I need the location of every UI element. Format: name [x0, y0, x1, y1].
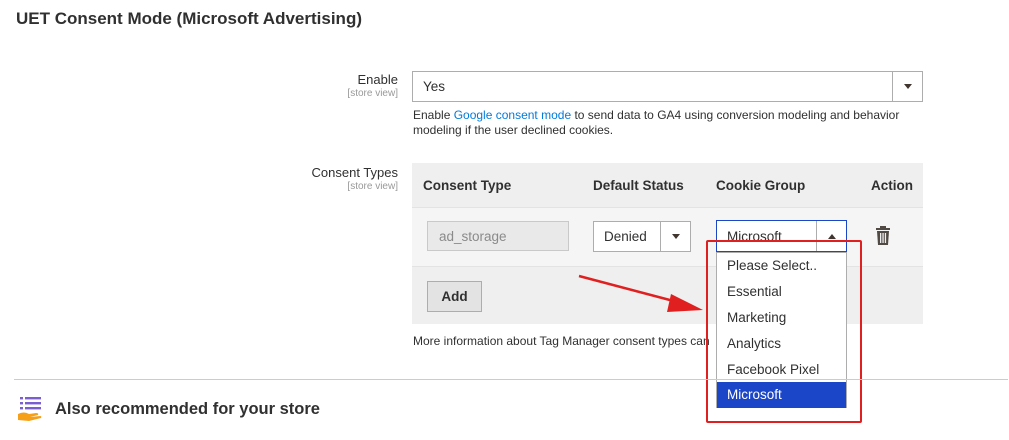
- default-status-select[interactable]: Denied: [593, 221, 691, 252]
- enable-note-suffix: to send data to GA4 using conversion mod…: [571, 108, 900, 122]
- annotation-highlight-box: [706, 240, 862, 423]
- column-cookie-group: Cookie Group: [716, 178, 806, 193]
- consent-types-label: Consent Types [store view]: [312, 165, 398, 192]
- chevron-down-icon[interactable]: [892, 72, 922, 101]
- trash-icon[interactable]: [875, 226, 891, 246]
- default-status-value: Denied: [604, 229, 647, 244]
- enable-select[interactable]: Yes: [412, 71, 923, 102]
- section-divider: [14, 379, 1008, 380]
- consent-types-scope: [store view]: [347, 181, 398, 192]
- column-default-status: Default Status: [593, 178, 684, 193]
- list-hand-icon: [18, 397, 42, 421]
- consent-type-input: ad_storage: [427, 221, 569, 251]
- section-title: UET Consent Mode (Microsoft Advertising): [16, 9, 362, 28]
- enable-label: Enable [store view]: [347, 72, 398, 99]
- column-action: Action: [871, 178, 913, 193]
- annotation-arrow: [578, 274, 703, 312]
- consent-types-note: More information about Tag Manager conse…: [413, 334, 710, 348]
- add-button[interactable]: Add: [427, 281, 482, 312]
- consent-types-label-text: Consent Types: [311, 165, 398, 180]
- column-consent-type: Consent Type: [423, 178, 512, 193]
- enable-label-text: Enable: [357, 72, 398, 87]
- enable-note: Enable Google consent mode to send data …: [413, 108, 899, 138]
- recommended-title: Also recommended for your store: [55, 400, 320, 418]
- enable-note-prefix: Enable: [413, 108, 454, 122]
- enable-note-line2: modeling if the user declined cookies.: [413, 123, 614, 137]
- enable-select-value: Yes: [423, 79, 446, 94]
- grid-header: Consent Type Default Status Cookie Group…: [412, 163, 923, 207]
- google-consent-mode-link[interactable]: Google consent mode: [454, 108, 571, 122]
- enable-scope: [store view]: [347, 88, 398, 99]
- chevron-down-icon[interactable]: [660, 222, 690, 251]
